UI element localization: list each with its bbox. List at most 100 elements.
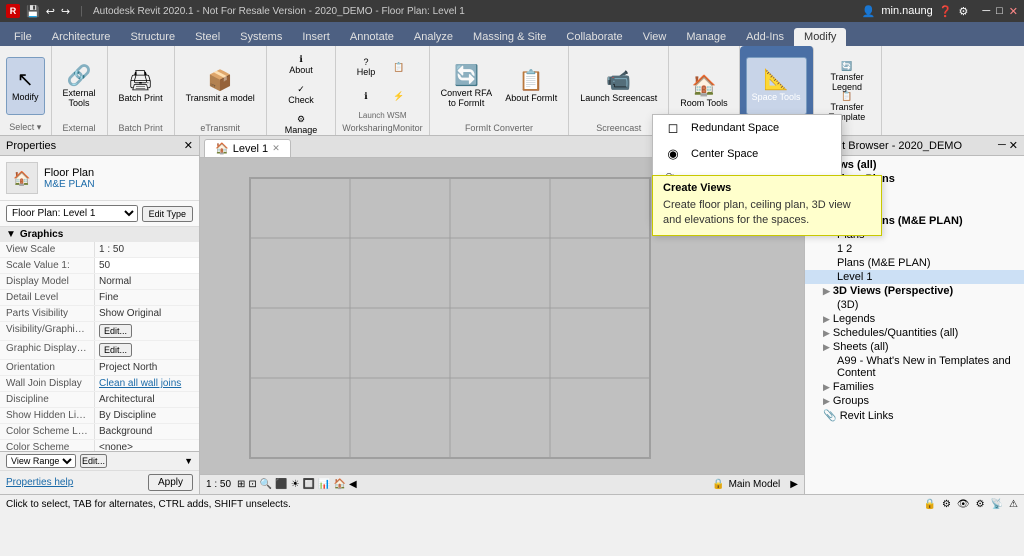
pb-close-icon[interactable]: ✕ [1009,139,1018,152]
external-tools-btn[interactable]: 🔗 ExternalTools [58,58,101,116]
tab-systems[interactable]: Systems [230,28,292,46]
design-options-icon[interactable]: ⚙ [942,499,951,510]
pb-plans-mep[interactable]: Plans (M&E PLAN) [805,256,1024,270]
graphics-section[interactable]: ▼ Graphics [0,227,199,242]
pb-sheets[interactable]: ▶ Sheets (all) [805,340,1024,354]
orientation-value[interactable]: Project North [95,360,199,375]
about-btn[interactable]: ℹ About [274,50,329,78]
undo-icon[interactable]: ↩ [46,5,55,18]
pb-plans-mep-label: Plans (M&E PLAN) [837,257,931,269]
pb-level1[interactable]: Level 1 [805,270,1024,284]
transfer-legend-btn[interactable]: 🔄 Transfer Legend [820,63,875,91]
space-tools-btn[interactable]: 📐 Space Tools [746,57,807,115]
help-icon[interactable]: ❓ [939,5,953,18]
redo-icon[interactable]: ↪ [61,5,70,18]
transmit-model-btn[interactable]: 📦 Transmit a model [181,58,260,116]
properties-content: ▼ Graphics View Scale 1 : 50 Scale Value… [0,227,199,451]
tab-addins[interactable]: Add-Ins [736,28,794,46]
ribbon-group-batchprint: 🖨 Batch Print Batch Print [108,46,175,135]
view-scale-value[interactable]: 1 : 50 [95,242,199,257]
render-icon[interactable]: 🔲 [303,479,315,490]
pb-revit-links[interactable]: 📎 Revit Links [805,408,1024,423]
wall-join-value[interactable]: Clean all wall joins [95,376,199,391]
minimize-btn[interactable]: ─ [982,5,990,17]
modify-btn[interactable]: ↖ Modify [6,57,45,115]
room-tools-btn[interactable]: 🏠 Room Tools [675,63,732,121]
worksets-icon[interactable]: 🔒 [923,499,935,510]
hidden-lines-value[interactable]: By Discipline [95,408,199,423]
pb-a99[interactable]: A99 - What's New in Templates and Conten… [805,354,1024,380]
color-scheme-value[interactable]: <none> [95,440,199,451]
view-cube-icon[interactable]: ⬛ [275,479,287,490]
discipline-value[interactable]: Architectural [95,392,199,407]
model-icon[interactable]: 🏠 [334,479,346,490]
visibility-graphics-value[interactable]: Edit... [95,322,199,340]
tab-manage[interactable]: Manage [676,28,736,46]
view-tab-close[interactable]: ✕ [272,143,280,154]
check-btn[interactable]: ✓ Check [274,80,329,108]
apply-btn[interactable]: Apply [148,474,193,491]
pb-1-2[interactable]: 1 2 [805,242,1024,256]
about-formit-btn2[interactable]: 📋 About FormIt [500,58,562,116]
settings-icon2[interactable]: ⚙ [976,499,985,510]
pb-legends[interactable]: ▶ Legends [805,312,1024,326]
tab-analyze[interactable]: Analyze [404,28,463,46]
edit-gd-btn[interactable]: Edit... [99,343,132,357]
pb-rl-label: Revit Links [840,410,894,422]
properties-close-icon[interactable]: ✕ [184,139,193,152]
detail-level-value[interactable]: Fine [95,290,199,305]
scroll-right-icon[interactable]: ▶ [790,479,798,490]
dropdown-center-space[interactable]: ◉ Center Space [653,141,841,167]
view-range-edit-btn[interactable]: Edit... [80,454,107,468]
tab-file[interactable]: File [4,28,42,46]
edit-vg-btn[interactable]: Edit... [99,324,132,338]
parts-visibility-value[interactable]: Show Original [95,306,199,321]
view-tab-level1[interactable]: 🏠 Level 1 ✕ [204,139,291,157]
convert-rfa-btn[interactable]: 🔄 Convert RFAto FormIt [436,58,498,116]
tab-structure[interactable]: Structure [120,28,185,46]
tab-collaborate[interactable]: Collaborate [556,28,632,46]
display-model-value[interactable]: Normal [95,274,199,289]
scale-value-value[interactable]: 50 [95,258,199,273]
view-btn[interactable]: 📋 [384,53,414,81]
color-scheme-loc-value[interactable]: Background [95,424,199,439]
sun-icon[interactable]: ☀ [291,479,300,490]
pb-schedules[interactable]: ▶ Schedules/Quantities (all) [805,326,1024,340]
screencast-btn[interactable]: 📹 Launch Screencast [575,58,662,116]
pb-families[interactable]: ▶ Families [805,380,1024,394]
pb-3d-views[interactable]: ▶ 3D Views (Perspective) [805,284,1024,298]
properties-help-link[interactable]: Properties help [6,477,73,488]
batch-print-btn[interactable]: 🖨 Batch Print [114,58,168,116]
warning-icon[interactable]: ⚠ [1009,499,1018,510]
zoom-in-icon[interactable]: 🔍 [260,479,272,490]
help-btn[interactable]: ? Help [351,53,381,81]
screencast-group-label: Screencast [596,123,641,133]
filter-dropdown[interactable]: Floor Plan: Level 1 [6,205,138,222]
dropdown-redundant-space[interactable]: ◻ Redundant Space [653,115,841,141]
close-btn[interactable]: ✕ [1009,5,1018,18]
tab-modify[interactable]: Modify [794,28,846,46]
tab-view[interactable]: View [633,28,677,46]
zoom-fit-icon[interactable]: ⊡ [248,479,256,490]
settings-icon[interactable]: ⚙ [958,5,968,18]
about-formit-btn[interactable]: ℹ [351,82,381,110]
tab-architecture[interactable]: Architecture [42,28,121,46]
pb-minimize-icon[interactable]: ─ [998,139,1006,152]
pb-groups[interactable]: ▶ Groups [805,394,1024,408]
tab-steel[interactable]: Steel [185,28,230,46]
maximize-btn[interactable]: □ [996,5,1003,17]
tab-insert[interactable]: Insert [292,28,340,46]
edit-type-btn[interactable]: Edit Type [142,206,193,222]
view-select-icon[interactable]: 👁 [957,499,970,510]
quick-save-icon[interactable]: 💾 [26,5,40,18]
tab-annotate[interactable]: Annotate [340,28,404,46]
graphic-display-value[interactable]: Edit... [95,341,199,359]
detail-icon[interactable]: ◀ [349,479,357,490]
tab-massing[interactable]: Massing & Site [463,28,556,46]
wsm-btn[interactable]: ⚡ [384,82,414,110]
pb-3d[interactable]: (3D) [805,298,1024,312]
analysis-icon[interactable]: 📊 [318,479,330,490]
view-range-select[interactable]: View Range [6,454,76,468]
nav-wheel-icon[interactable]: ⊞ [237,479,245,490]
manage-btn[interactable]: ⚙ Manage [274,110,329,138]
